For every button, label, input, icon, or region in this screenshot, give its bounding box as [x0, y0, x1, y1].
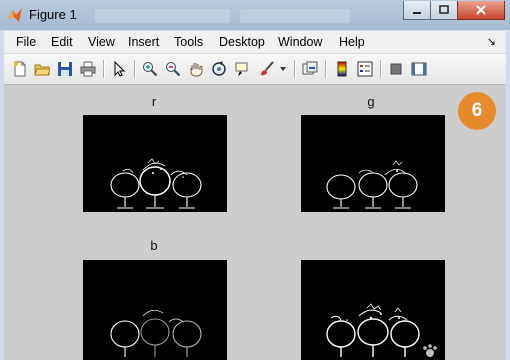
- brush-dropdown-icon[interactable]: [278, 59, 288, 79]
- menu-desktop[interactable]: Desktop: [219, 35, 265, 49]
- menu-view[interactable]: View: [88, 35, 115, 49]
- maximize-icon: [439, 5, 449, 14]
- axes-title-b: b: [150, 238, 158, 253]
- menu-file[interactable]: File: [16, 35, 36, 49]
- figure-window: Figure 1 File Edit View Insert Tools Des…: [0, 0, 510, 360]
- window-title: Figure 1: [29, 7, 77, 22]
- minimize-button[interactable]: [403, 1, 431, 20]
- print-icon[interactable]: [78, 59, 98, 79]
- menu-insert[interactable]: Insert: [128, 35, 159, 49]
- axes-title-g: g: [367, 94, 375, 109]
- menu-tools[interactable]: Tools: [174, 35, 203, 49]
- pan-hand-icon[interactable]: [186, 59, 206, 79]
- zoom-out-icon[interactable]: [163, 59, 183, 79]
- close-button[interactable]: [457, 1, 505, 20]
- toolbar-separator: [134, 60, 136, 78]
- title-bar[interactable]: Figure 1: [0, 0, 510, 30]
- glasses-edge-image: [110, 158, 202, 209]
- maximize-button[interactable]: [430, 1, 458, 20]
- new-figure-icon[interactable]: [10, 59, 30, 79]
- menu-bar: File Edit View Insert Tools Desktop Wind…: [4, 31, 506, 54]
- show-plot-tools-icon[interactable]: [409, 59, 429, 79]
- axes-title-r: r: [151, 94, 157, 109]
- data-cursor-icon[interactable]: [232, 59, 252, 79]
- toolbar-separator: [294, 60, 296, 78]
- axes-g-image[interactable]: [301, 115, 445, 212]
- step-badge: 6: [458, 92, 496, 130]
- legend-icon[interactable]: [355, 59, 375, 79]
- brush-icon[interactable]: [257, 59, 277, 79]
- open-file-icon[interactable]: [32, 59, 52, 79]
- menu-edit[interactable]: Edit: [51, 35, 73, 49]
- close-icon: [476, 5, 486, 15]
- rotate-3d-icon[interactable]: [209, 59, 229, 79]
- glasses-edge-image: [326, 160, 418, 209]
- glasses-edge-image: [110, 309, 202, 357]
- zoom-in-icon[interactable]: [140, 59, 160, 79]
- toolbar-separator: [325, 60, 327, 78]
- menu-window[interactable]: Window: [278, 35, 322, 49]
- axes-r-image[interactable]: [83, 115, 227, 212]
- pointer-icon[interactable]: [109, 59, 129, 79]
- link-plot-icon[interactable]: [300, 59, 320, 79]
- colorbar-icon[interactable]: [332, 59, 352, 79]
- watermark-logo: [423, 344, 437, 357]
- menu-help[interactable]: Help: [339, 35, 365, 49]
- dock-arrow-icon[interactable]: ↘: [487, 35, 496, 48]
- toolbar: [4, 54, 506, 85]
- axes-b-image[interactable]: [83, 260, 227, 360]
- toolbar-separator: [103, 60, 105, 78]
- matlab-icon: [8, 8, 22, 22]
- blurred-titlebar-text: [240, 9, 350, 23]
- toolbar-separator: [380, 60, 382, 78]
- hide-plot-tools-icon[interactable]: [386, 59, 406, 79]
- blurred-titlebar-text: [95, 9, 230, 23]
- minimize-icon: [413, 12, 421, 14]
- save-icon[interactable]: [55, 59, 75, 79]
